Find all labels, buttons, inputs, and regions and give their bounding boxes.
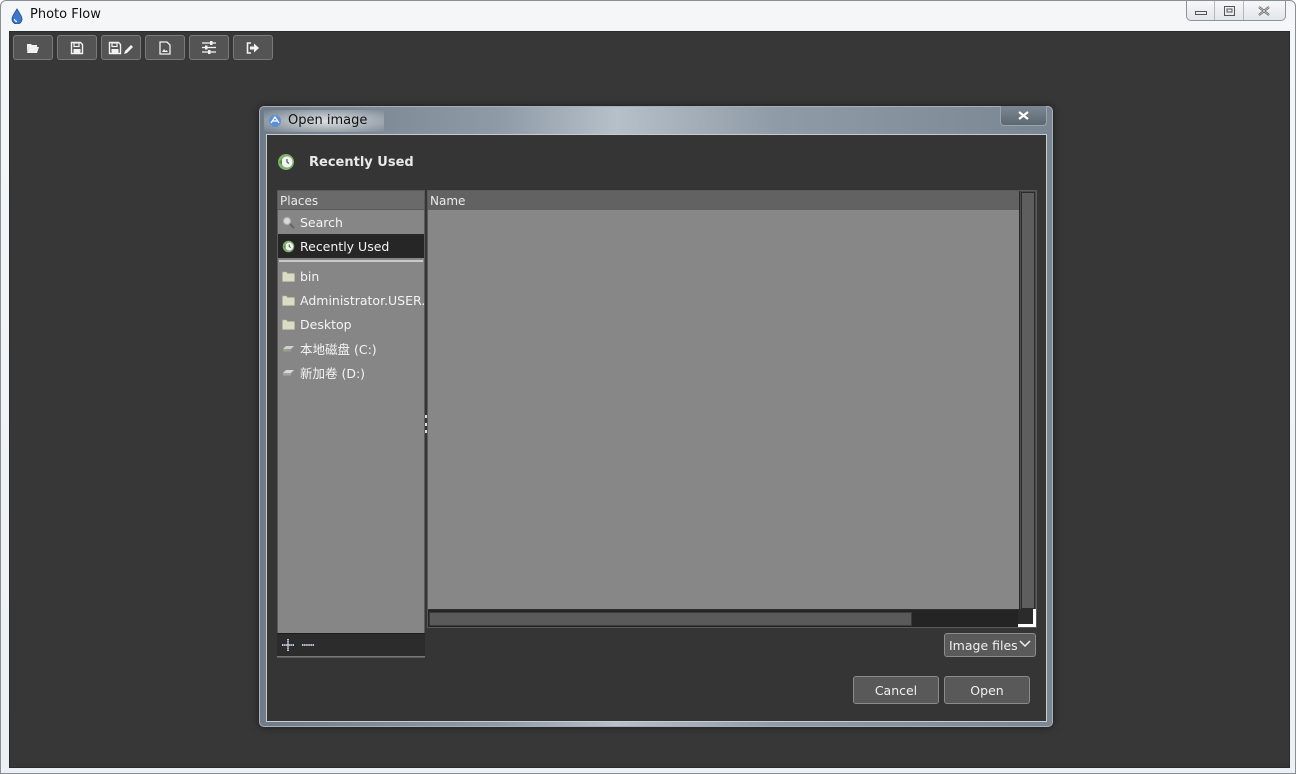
dialog-title: Open image bbox=[288, 113, 368, 128]
chevron-down-icon bbox=[1019, 640, 1031, 648]
location-label: Recently Used bbox=[309, 154, 414, 170]
sign-out-icon bbox=[246, 41, 259, 54]
places-footer bbox=[277, 633, 425, 657]
drive-icon bbox=[281, 341, 295, 355]
minimize-icon bbox=[1194, 10, 1207, 15]
maximize-button[interactable] bbox=[1214, 1, 1242, 20]
app-icon bbox=[269, 115, 281, 127]
recently-used-icon bbox=[278, 154, 294, 170]
place-label: bin bbox=[300, 268, 320, 284]
folder-icon bbox=[281, 269, 295, 283]
floppy-disk-pencil-icon bbox=[108, 41, 133, 54]
sliders-icon bbox=[202, 41, 216, 54]
exit-button[interactable] bbox=[233, 35, 273, 60]
maximize-icon bbox=[1223, 5, 1235, 16]
place-recently-used[interactable]: Recently Used bbox=[278, 234, 424, 258]
minus-icon bbox=[302, 644, 314, 646]
floppy-disk-icon bbox=[70, 41, 84, 54]
place-label: 本地磁盘 (C:) bbox=[300, 341, 377, 357]
places-header: Places bbox=[278, 191, 424, 210]
open-image-dialog: Open image Recently Used Places Search R… bbox=[259, 106, 1053, 727]
file-type-filter[interactable]: Image files bbox=[944, 633, 1036, 657]
places-separator bbox=[279, 260, 423, 262]
toolbar bbox=[13, 35, 273, 60]
place-administrator[interactable]: Administrator.USER... bbox=[278, 288, 424, 312]
settings-button[interactable] bbox=[189, 35, 229, 60]
place-drive-d[interactable]: 新加卷 (D:) bbox=[278, 360, 424, 384]
horizontal-scrollbar[interactable] bbox=[428, 609, 1020, 627]
window-title: Photo Flow bbox=[30, 7, 101, 22]
vertical-scrollbar[interactable] bbox=[1019, 191, 1036, 611]
close-button[interactable] bbox=[1242, 1, 1285, 20]
caption-buttons bbox=[1186, 1, 1286, 21]
window-titlebar[interactable]: Photo Flow bbox=[1, 1, 1295, 30]
filter-value: Image files bbox=[949, 637, 1018, 653]
place-label: Administrator.USER... bbox=[300, 292, 424, 308]
drive-icon bbox=[281, 365, 295, 379]
recently-used-icon bbox=[281, 239, 295, 253]
dialog-body: Recently Used Places Search Recently Use… bbox=[266, 134, 1047, 722]
search-icon bbox=[281, 215, 295, 229]
place-label: Recently Used bbox=[300, 238, 390, 254]
close-icon bbox=[1258, 5, 1271, 16]
file-list[interactable]: Name bbox=[427, 190, 1037, 628]
plus-icon bbox=[282, 639, 294, 651]
remove-bookmark-button[interactable] bbox=[301, 638, 315, 652]
export-button[interactable] bbox=[145, 35, 185, 60]
column-header-name[interactable]: Name bbox=[428, 191, 1020, 210]
close-icon bbox=[1018, 111, 1029, 120]
place-desktop[interactable]: Desktop bbox=[278, 312, 424, 336]
water-drop-icon bbox=[11, 8, 23, 24]
dialog-titlebar[interactable]: Open image bbox=[260, 106, 1052, 134]
horizontal-scroll-thumb[interactable] bbox=[429, 612, 912, 626]
places-pane: Places Search Recently Used bin Administ… bbox=[277, 190, 425, 658]
save-button[interactable] bbox=[57, 35, 97, 60]
place-label: 新加卷 (D:) bbox=[300, 365, 366, 381]
open-button[interactable]: Open bbox=[944, 676, 1030, 704]
location-header: Recently Used bbox=[277, 153, 414, 171]
place-bin[interactable]: bin bbox=[278, 264, 424, 288]
folder-open-icon bbox=[27, 43, 39, 53]
image-file-icon bbox=[159, 40, 171, 55]
cancel-button[interactable]: Cancel bbox=[853, 676, 939, 704]
place-label: Search bbox=[300, 214, 343, 230]
dialog-close-button[interactable] bbox=[1000, 106, 1047, 126]
minimize-button[interactable] bbox=[1187, 1, 1214, 20]
place-drive-c[interactable]: 本地磁盘 (C:) bbox=[278, 336, 424, 360]
place-label: Desktop bbox=[300, 316, 352, 332]
folder-icon bbox=[281, 317, 295, 331]
folder-icon bbox=[281, 293, 295, 307]
vertical-scroll-thumb[interactable] bbox=[1021, 192, 1035, 609]
save-as-button[interactable] bbox=[101, 35, 141, 60]
add-bookmark-button[interactable] bbox=[281, 638, 295, 652]
scroll-corner bbox=[1018, 609, 1036, 627]
open-button[interactable] bbox=[13, 35, 53, 60]
place-search[interactable]: Search bbox=[278, 210, 424, 234]
